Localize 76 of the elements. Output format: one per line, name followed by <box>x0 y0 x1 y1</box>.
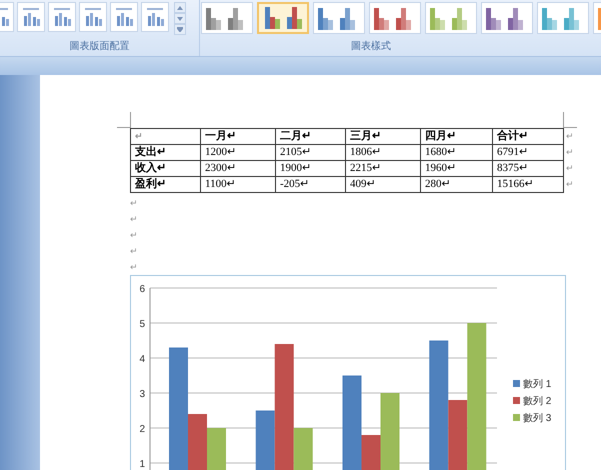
paragraph-mark: ↵ <box>130 197 139 210</box>
bar-chart-icon <box>204 8 244 30</box>
expand-icon <box>177 27 183 32</box>
paragraph-mark: ↵ <box>130 229 139 242</box>
crop-mark <box>563 112 577 128</box>
bar-chart-icon <box>52 8 72 26</box>
chart-layout-thumbnail[interactable] <box>48 2 76 32</box>
scroll-down-button[interactable] <box>174 13 186 24</box>
column-header: 合计↵ <box>492 128 564 144</box>
chart-style-thumbnail[interactable] <box>369 2 421 34</box>
paragraph-mark: ↵ <box>566 162 574 175</box>
paragraph-mark: ↵ <box>566 130 574 143</box>
table-cell: 2215↵ <box>346 160 420 176</box>
paragraph-mark: ↵ <box>130 261 139 274</box>
paragraph-mark: ↵ <box>566 178 574 191</box>
legend-label: 數列 1 <box>523 379 552 390</box>
table-cell: 6791↵ <box>492 144 564 160</box>
bar-chart-icon <box>83 8 103 26</box>
row-header: 支出↵ <box>130 144 200 160</box>
table-cell: 2105↵ <box>276 144 346 160</box>
bar-chart-icon <box>21 8 41 26</box>
caret-down-icon <box>177 16 183 20</box>
bar-chart-icon <box>145 8 165 26</box>
chart-layout-thumbnail[interactable] <box>79 2 107 32</box>
chart-layout-thumbnail[interactable] <box>141 2 169 32</box>
table-cell: -205↵ <box>276 176 346 192</box>
group-label: 圖表版面配置 <box>70 40 130 54</box>
table-cell: 15166↵ <box>492 176 564 192</box>
table-cell: 1806↵ <box>346 144 420 160</box>
chart-style-thumbnail[interactable] <box>313 2 365 34</box>
table-cell: 8375↵ <box>492 160 564 176</box>
bar-chart-icon <box>428 8 468 30</box>
chart-layout-thumbnail[interactable] <box>17 2 45 32</box>
crop-mark <box>117 112 131 128</box>
paragraph-mark: ↵ <box>130 245 139 258</box>
axis-tick-label: 3 <box>139 389 145 400</box>
column-header: 二月↵ <box>276 128 346 144</box>
row-header: 盈利↵ <box>130 176 200 192</box>
table-cell: 1100↵ <box>200 176 276 192</box>
table-cell: 1200↵ <box>200 144 276 160</box>
table-cell: 1680↵ <box>420 144 492 160</box>
column-header: 三月↵ <box>346 128 420 144</box>
axis-tick-label: 5 <box>139 319 145 330</box>
paragraph-mark: ↵ <box>566 146 574 159</box>
legend-label: 數列 3 <box>523 413 552 424</box>
axis-tick-label: 2 <box>139 424 145 435</box>
column-header: ↵ <box>130 128 200 144</box>
bar-chart-icon <box>114 8 134 26</box>
chart-style-thumbnail[interactable] <box>425 2 477 34</box>
more-button[interactable] <box>174 24 186 35</box>
table-cell: 1900↵ <box>276 160 346 176</box>
caret-up-icon <box>177 6 183 10</box>
row-header: 收入↵ <box>130 160 200 176</box>
bar-chart-icon <box>540 8 580 30</box>
group-label: 圖表樣式 <box>351 40 391 54</box>
scroll-up-button[interactable] <box>174 2 186 13</box>
table-cell: 1960↵ <box>420 160 492 176</box>
axis-tick-label: 4 <box>139 354 145 365</box>
table-cell: 2300↵ <box>200 160 276 176</box>
table-cell: 409↵ <box>346 176 420 192</box>
column-header: 四月↵ <box>420 128 492 144</box>
bar-chart-icon <box>484 8 524 30</box>
chart-layout-thumbnail[interactable] <box>110 2 138 32</box>
axis-tick-label: 1 <box>139 459 145 470</box>
column-header: 一月↵ <box>200 128 276 144</box>
bar-chart-icon <box>372 8 412 30</box>
table-cell: 280↵ <box>420 176 492 192</box>
chart-style-thumbnail[interactable] <box>257 2 309 34</box>
paragraph-mark: ↵ <box>130 213 139 226</box>
chart-style-thumbnail[interactable] <box>537 2 589 34</box>
bar-chart-icon <box>263 7 303 29</box>
legend-label: 數列 2 <box>523 396 552 407</box>
bar-chart-icon <box>316 8 356 30</box>
chart-style-thumbnail[interactable] <box>481 2 533 34</box>
chart-style-thumbnail[interactable] <box>201 2 253 34</box>
axis-tick-label: 6 <box>139 284 145 295</box>
